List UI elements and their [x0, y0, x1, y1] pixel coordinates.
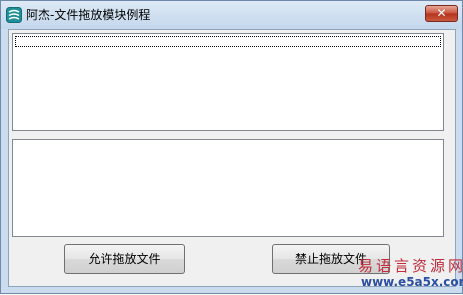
file-list-bottom[interactable]: [12, 139, 444, 237]
close-icon: ✕: [436, 6, 447, 20]
focused-list-row[interactable]: [15, 36, 441, 47]
window-title: 阿杰-文件拖放模块例程: [26, 8, 151, 22]
allow-drag-drop-button[interactable]: 允许拖放文件: [64, 244, 185, 274]
app-logo-icon: [6, 7, 22, 23]
close-button[interactable]: ✕: [425, 5, 458, 22]
client-area: 允许拖放文件 禁止拖放文件: [8, 29, 456, 287]
title-bar[interactable]: 阿杰-文件拖放模块例程 ✕: [1, 1, 462, 29]
watermark-site-name: 易语言资源网: [358, 257, 463, 275]
file-list-top[interactable]: [12, 33, 444, 131]
watermark-url: www.e5a5x.com: [361, 275, 463, 289]
main-window: 阿杰-文件拖放模块例程 ✕ 允许拖放文件 禁止拖放文件 易语言资源网 www.e…: [0, 0, 463, 294]
site-watermark: 易语言资源网 www.e5a5x.com: [356, 253, 463, 295]
